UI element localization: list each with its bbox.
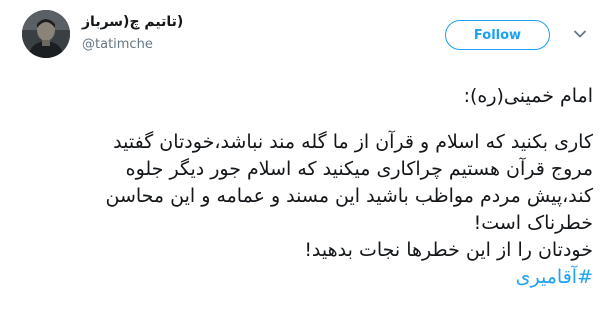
display-name[interactable]: (تاتیم چ(سرباز — [82, 14, 183, 30]
tweet-line: کاری بکنید که اسلام و قرآن از ما گله مند… — [113, 131, 593, 153]
tweet-line: خطرناک است! — [473, 212, 593, 234]
tweet-header: (تاتیم چ(سرباز @tatimche Follow — [0, 0, 611, 72]
tweet-line: کند،پیش مردم مواظب باشید این مسند و عمام… — [105, 185, 594, 207]
tweet-text: امام خمینی(ره): کاری بکنید که اسلام و قر… — [13, 70, 594, 291]
chevron-down-icon[interactable] — [573, 27, 587, 41]
avatar[interactable] — [22, 10, 70, 58]
tweet-line: امام خمینی(ره): — [463, 85, 593, 107]
hashtag-link[interactable]: #آقامیری — [13, 264, 593, 291]
tweet-line: خودتان را از این خطرها نجات بدهید! — [304, 239, 593, 261]
user-handle[interactable]: @tatimche — [82, 37, 153, 52]
avatar-photo-icon — [22, 10, 70, 58]
tweet-line: مروج قرآن هستیم چراکاری میکنید که اسلام … — [125, 158, 593, 180]
follow-button[interactable]: Follow — [445, 20, 550, 50]
